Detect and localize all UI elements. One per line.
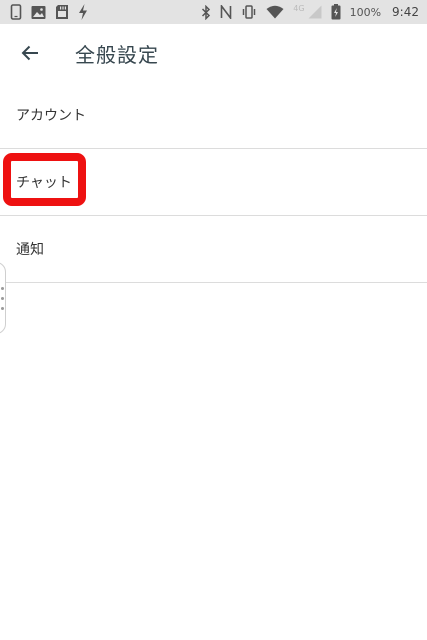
vibrate-icon (241, 5, 257, 19)
battery-icon (331, 4, 341, 20)
settings-item-label: チャット (16, 175, 72, 191)
arrow-left-icon (21, 44, 39, 62)
network-type-label: 4G (293, 3, 305, 13)
status-bar: 4G 100% 9:42 (0, 0, 427, 24)
phone-icon (10, 4, 22, 20)
settings-item-label: 通知 (16, 242, 44, 258)
page-title: 全般設定 (75, 42, 159, 67)
settings-item-chat[interactable]: チャット (0, 149, 427, 216)
app-bar: 全般設定 (0, 24, 427, 82)
handle-dot (1, 307, 4, 310)
side-drawer-handle[interactable] (0, 262, 6, 334)
settings-item-account[interactable]: アカウント (0, 82, 427, 149)
signal-icon (308, 5, 322, 19)
settings-item-notifications[interactable]: 通知 (0, 216, 427, 283)
back-button[interactable] (10, 33, 50, 73)
settings-item-label: アカウント (16, 108, 86, 124)
battery-percent: 100% (349, 5, 382, 19)
status-bar-right: 4G 100% 9:42 (201, 4, 419, 20)
nfc-icon (220, 5, 232, 19)
bluetooth-icon (201, 4, 211, 20)
flash-icon (78, 4, 88, 20)
sd-card-icon (55, 4, 69, 20)
image-icon (31, 5, 46, 20)
handle-dot (1, 287, 4, 290)
wifi-icon (266, 5, 284, 19)
status-time: 9:42 (392, 5, 419, 19)
handle-dot (1, 297, 4, 300)
settings-list: アカウント チャット 通知 (0, 82, 427, 283)
status-bar-left (10, 4, 88, 20)
